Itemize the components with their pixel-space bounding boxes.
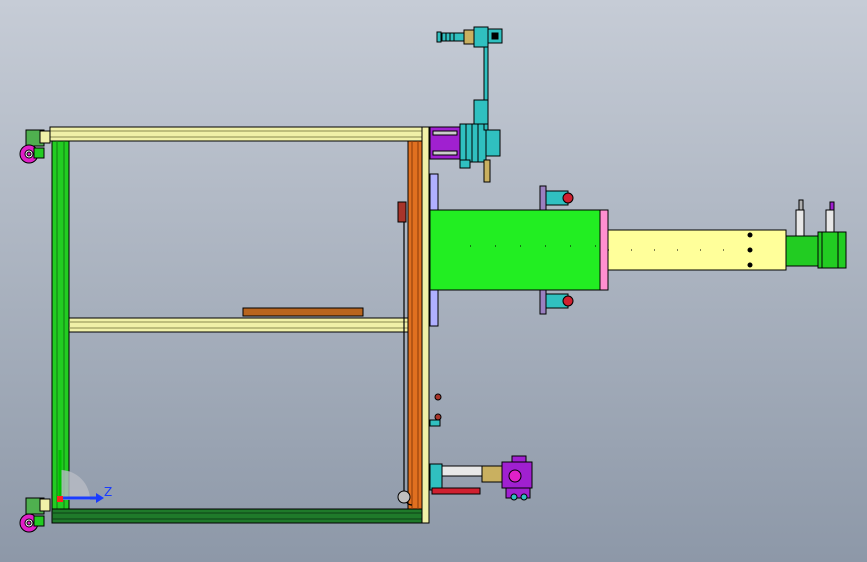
- cad-viewport[interactable]: Z: [0, 0, 867, 562]
- cable-pulley: [397, 490, 411, 504]
- frame-top-beam[interactable]: [49, 126, 429, 142]
- cylinder-body: [429, 209, 601, 291]
- frame-side-plate[interactable]: [421, 126, 430, 524]
- cable-clamp[interactable]: [397, 201, 407, 223]
- z-axis-label: Z: [104, 485, 112, 499]
- frame-bottom-beam[interactable]: [51, 508, 423, 524]
- cad-drawing: Z: [0, 0, 867, 562]
- frame-right-post[interactable]: [407, 140, 423, 510]
- frame-middle-beam[interactable]: [68, 317, 410, 333]
- cylinder-end-cap: [599, 209, 609, 291]
- piston-rod: [607, 229, 787, 271]
- brown-plate[interactable]: [242, 307, 364, 317]
